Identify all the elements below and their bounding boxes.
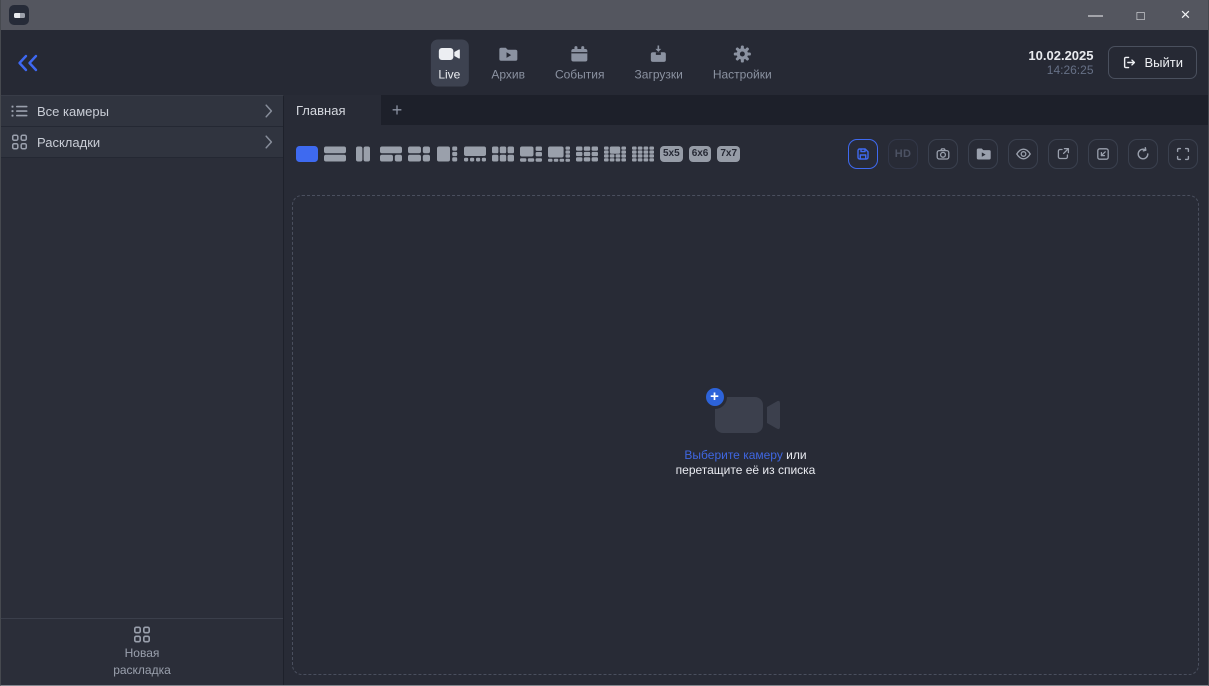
sidebar-empty-area <box>1 158 283 618</box>
layouts-grid-icon <box>11 134 28 150</box>
nav-settings[interactable]: Настройки <box>706 39 779 86</box>
layout-option-1-plus-7[interactable] <box>548 146 570 162</box>
chevron-right-icon <box>265 104 273 118</box>
header-right: 10.02.2025 14:26:25 Выйти <box>1028 46 1208 79</box>
datetime: 10.02.2025 14:26:25 <box>1028 48 1093 78</box>
hd-quality-button[interactable]: HD <box>888 139 918 169</box>
folder-play-icon <box>975 146 991 162</box>
view-mode-button[interactable] <box>1008 139 1038 169</box>
viewport: + Выберите камеру или перетащите её из с… <box>284 182 1208 685</box>
toolbar: 5x5 6x6 7x7 HD <box>284 125 1208 182</box>
nav-downloads[interactable]: Загрузки <box>628 39 690 86</box>
layout-option-2-horizontal[interactable] <box>324 146 346 162</box>
date-label: 10.02.2025 <box>1028 48 1093 63</box>
add-camera-button[interactable]: + <box>703 385 727 409</box>
layout-option-2x2[interactable] <box>408 146 430 162</box>
layout-option-1[interactable] <box>296 146 318 162</box>
logout-icon <box>1122 55 1137 70</box>
photo-camera-icon <box>935 146 951 162</box>
empty-state-after-link: или <box>783 448 807 462</box>
refresh-icon <box>1135 146 1151 162</box>
maximize-button[interactable]: □ <box>1118 0 1163 30</box>
fullscreen-icon <box>1175 146 1191 162</box>
collapse-screen-icon <box>1095 146 1111 162</box>
snapshot-button[interactable] <box>928 139 958 169</box>
nav-events-label: События <box>555 67 605 81</box>
nav-archive-label: Архив <box>491 67 525 81</box>
empty-state-line2: перетащите её из списка <box>676 463 816 477</box>
fullscreen-button[interactable] <box>1168 139 1198 169</box>
nav-archive[interactable]: Архив <box>484 39 532 86</box>
chevron-right-icon <box>265 135 273 149</box>
nav-live-label: Live <box>438 67 460 81</box>
download-box-icon <box>648 44 669 63</box>
layout-option-3x2[interactable] <box>492 146 514 162</box>
minimize-button[interactable]: — <box>1073 0 1118 30</box>
main-nav: Live Архив <box>430 39 778 86</box>
gear-icon <box>733 44 752 63</box>
layout-option-3x3[interactable] <box>576 146 598 162</box>
layout-option-7x7[interactable]: 7x7 <box>717 146 740 162</box>
layout-option-1-plus-12[interactable] <box>604 146 626 162</box>
title-bar: — □ × <box>1 0 1208 30</box>
main-panel: Главная + <box>284 95 1208 685</box>
collapse-view-button[interactable] <box>1088 139 1118 169</box>
layout-option-1-plus-5[interactable] <box>520 146 542 162</box>
sidebar-all-cameras-label: Все камеры <box>37 104 256 119</box>
camera-list-icon <box>11 103 28 119</box>
nav-live[interactable]: Live <box>430 39 468 86</box>
nav-events[interactable]: События <box>548 39 612 86</box>
new-layout-button[interactable]: Новая раскладка <box>1 618 283 685</box>
new-layout-label-line1: Новая <box>125 646 160 660</box>
eye-icon <box>1015 146 1032 162</box>
time-label: 14:26:25 <box>1028 63 1093 78</box>
layout-picker: 5x5 6x6 7x7 <box>296 146 740 162</box>
new-layout-label-line2: раскладка <box>113 663 171 677</box>
open-archive-button[interactable] <box>968 139 998 169</box>
empty-state-text: Выберите камеру или перетащите её из спи… <box>676 448 816 478</box>
logout-label: Выйти <box>1145 55 1184 70</box>
app-window: — □ × Live <box>0 0 1209 686</box>
share-export-icon <box>1055 146 1071 162</box>
logout-button[interactable]: Выйти <box>1108 46 1198 79</box>
close-button[interactable]: × <box>1163 0 1208 30</box>
sidebar-layouts-label: Раскладки <box>37 135 256 150</box>
layout-option-5x5[interactable]: 5x5 <box>660 146 683 162</box>
video-camera-placeholder-icon: + <box>703 393 789 439</box>
double-chevron-left-icon <box>16 53 40 73</box>
tab-main[interactable]: Главная <box>284 95 381 125</box>
sidebar: Все камеры Раскладки <box>1 95 284 685</box>
layout-option-1-plus-3[interactable] <box>436 146 458 162</box>
sidebar-item-all-cameras[interactable]: Все камеры <box>1 96 283 127</box>
header: Live Архив <box>1 30 1208 95</box>
view-actions: HD <box>848 139 1198 169</box>
app-logo-icon <box>9 5 29 25</box>
save-icon <box>855 146 871 162</box>
calendar-icon <box>569 44 590 63</box>
save-layout-button[interactable] <box>848 139 878 169</box>
video-camera-icon <box>438 44 461 63</box>
nav-downloads-label: Загрузки <box>635 67 683 81</box>
collapse-sidebar-button[interactable] <box>16 50 46 76</box>
tab-main-label: Главная <box>296 103 345 118</box>
layout-option-1-plus-2[interactable] <box>380 146 402 162</box>
layout-option-6x6[interactable]: 6x6 <box>689 146 712 162</box>
camera-drop-zone[interactable]: + Выберите камеру или перетащите её из с… <box>292 195 1199 675</box>
folder-play-icon <box>498 44 519 63</box>
sidebar-item-layouts[interactable]: Раскладки <box>1 127 283 158</box>
layout-option-2-vertical[interactable] <box>352 146 374 162</box>
refresh-button[interactable] <box>1128 139 1158 169</box>
layouts-grid-icon <box>133 626 151 643</box>
layout-option-4x4[interactable] <box>632 146 654 162</box>
add-tab-button[interactable]: + <box>381 95 413 125</box>
hd-label: HD <box>895 148 912 160</box>
nav-settings-label: Настройки <box>713 67 772 81</box>
empty-state: + Выберите камеру или перетащите её из с… <box>676 393 816 478</box>
export-button[interactable] <box>1048 139 1078 169</box>
layout-option-1-plus-4[interactable] <box>464 146 486 162</box>
tab-bar: Главная + <box>284 95 1208 125</box>
select-camera-link[interactable]: Выберите камеру <box>684 448 782 462</box>
